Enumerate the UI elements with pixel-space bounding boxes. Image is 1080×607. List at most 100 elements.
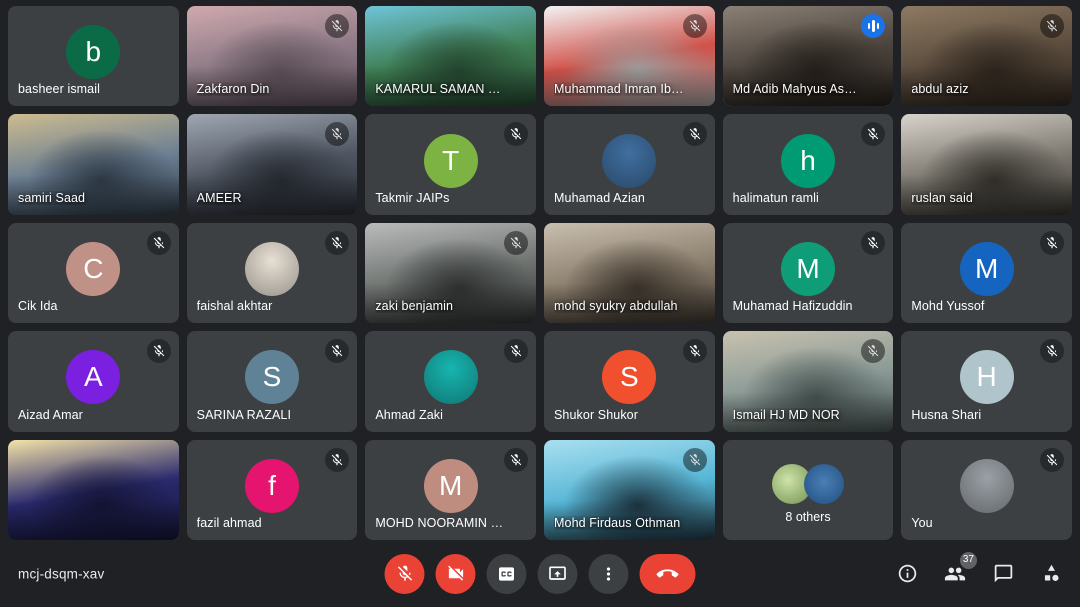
participant-name: Muhamad Azian (554, 190, 645, 205)
avatar (423, 350, 478, 405)
participant-tile[interactable]: b basheer ismail (8, 6, 179, 107)
participant-name: faishal akhtar (196, 299, 273, 314)
mic-off-icon (682, 447, 707, 472)
participant-tile[interactable]: Muhamad Azian (544, 114, 715, 215)
meet-app: b basheer ismail Zakfaron Din KAMARUL SAMAN… (0, 0, 1080, 607)
avatar: T (423, 133, 478, 188)
avatar: C (66, 241, 121, 296)
activities-button[interactable] (1038, 561, 1064, 587)
participant-tile[interactable]: abdul aziz (901, 6, 1072, 107)
mic-button[interactable] (384, 553, 425, 594)
mic-off-icon (504, 230, 528, 255)
captions-button[interactable] (486, 553, 527, 594)
participant-name: Cik Ida (18, 299, 58, 314)
others-avatar (803, 463, 844, 504)
participant-name: mohd syukry abdullah (554, 299, 678, 314)
participant-name: Aizad Amar (18, 407, 83, 422)
participant-name: Muhamad Hafizuddin (732, 299, 853, 314)
call-controls (384, 553, 696, 594)
participant-name: abdul aziz (911, 82, 969, 97)
participant-name: ruslan said (911, 190, 973, 205)
participant-tile[interactable]: Muhammad Imran Ibrahim (544, 6, 715, 107)
participant-name: halimatun ramli (732, 190, 819, 205)
mic-off-icon (504, 339, 528, 364)
participant-tile[interactable]: Ahmad Zaki (365, 331, 536, 432)
info-button[interactable] (894, 561, 920, 587)
others-count-label: 8 others (785, 510, 831, 524)
mic-off-icon (861, 230, 886, 255)
participant-tile[interactable]: AMEER (186, 114, 358, 215)
participant-name: zaki benjamin (375, 299, 454, 314)
camera-button[interactable] (435, 553, 476, 594)
avatar: S (244, 350, 299, 405)
participant-name: AMEER (196, 190, 242, 205)
participant-name: Husna Shari (911, 407, 982, 422)
mic-off-icon (1040, 230, 1064, 255)
participant-tile[interactable]: f fazil ahmad (186, 439, 358, 540)
avatar: b (66, 25, 121, 80)
mic-off-icon (146, 230, 171, 255)
end-call-icon (656, 563, 679, 585)
participant-tile[interactable]: zaki benjamin (365, 222, 536, 324)
participant-tile[interactable]: Mohd Firdaus Othman (544, 439, 715, 540)
avatar (959, 458, 1014, 513)
mic-off-icon (1040, 447, 1064, 472)
participant-name: samiri Saad (18, 190, 86, 205)
participant-tile[interactable]: H Husna Shari (901, 331, 1072, 432)
mic-off-icon (682, 122, 707, 147)
chat-icon (993, 563, 1014, 584)
participant-tile[interactable]: S SARINA RAZALI (186, 331, 358, 432)
avatar: h (780, 133, 835, 188)
avatar: M (780, 241, 835, 296)
participant-tile[interactable]: Zakfaron Din (186, 6, 358, 107)
hangup-button[interactable] (639, 553, 696, 594)
avatar (244, 241, 299, 296)
participant-name: You (911, 516, 933, 530)
present-button[interactable] (537, 553, 578, 594)
video-bottom-shade (8, 439, 179, 540)
participants-button[interactable]: 37 (942, 551, 977, 587)
participant-tile[interactable]: C Cik Ida (8, 222, 179, 324)
participant-name: Md Adib Mahyus Asmungi (732, 82, 864, 97)
avatar: M (423, 458, 478, 513)
mic-off-icon (1040, 339, 1064, 364)
participant-tile[interactable]: samiri Saad (8, 114, 179, 215)
participant-name: Takmir JAIPs (375, 190, 450, 205)
participant-name: MOHD NOORAMIN ZAINA... (375, 516, 506, 530)
participant-tile[interactable]: T Takmir JAIPs (365, 114, 536, 215)
participant-grid: b basheer ismail Zakfaron Din KAMARUL SAMAN… (8, 6, 1072, 540)
participant-tile[interactable]: ruslan said (901, 114, 1072, 215)
participant-tile[interactable]: mohd syukry abdullah (544, 222, 715, 324)
participant-tile[interactable]: M MOHD NOORAMIN ZAINA... (365, 439, 536, 540)
mic-off-icon (682, 339, 707, 364)
mic-off-icon (504, 447, 528, 472)
participant-tile[interactable]: Md Adib Mahyus Asmungi (722, 6, 894, 107)
participant-name: Ismail HJ MD NOR (732, 407, 840, 422)
participant-tile[interactable]: faishal akhtar (186, 222, 358, 324)
participant-tile[interactable]: M Muhamad Hafizuddin (722, 222, 894, 324)
info-icon (897, 563, 918, 584)
participant-name: fazil ahmad (196, 516, 262, 530)
avatar (602, 133, 657, 188)
participant-name: Zakfaron Din (196, 82, 270, 97)
participant-tile[interactable]: M Mohd Yussof (901, 222, 1072, 324)
participant-tile[interactable]: You (901, 439, 1072, 540)
chat-button[interactable] (990, 561, 1016, 587)
participant-count-badge: 37 (959, 551, 977, 569)
participant-name: Mohd Yussof (911, 299, 985, 314)
participant-tile[interactable]: KAMARUL SAMAN YAAC... (365, 6, 536, 107)
more-vert-icon (599, 564, 619, 584)
mic-off-icon (146, 339, 171, 364)
participant-tile[interactable] (8, 439, 179, 540)
camera-off-icon (446, 564, 465, 583)
more-button[interactable] (588, 553, 629, 594)
avatar: S (602, 350, 657, 405)
participant-tile[interactable]: h halimatun ramli (722, 114, 894, 215)
participant-tile[interactable]: A Aizad Amar (8, 331, 179, 432)
participant-name: SARINA RAZALI (196, 407, 292, 422)
participant-name: Muhammad Imran Ibrahim (554, 82, 685, 97)
participant-tile[interactable]: Ismail HJ MD NOR (722, 331, 894, 432)
participant-tile[interactable]: 8 others (722, 439, 894, 540)
mic-off-icon (682, 14, 707, 38)
participant-tile[interactable]: S Shukor Shukor (544, 331, 715, 432)
